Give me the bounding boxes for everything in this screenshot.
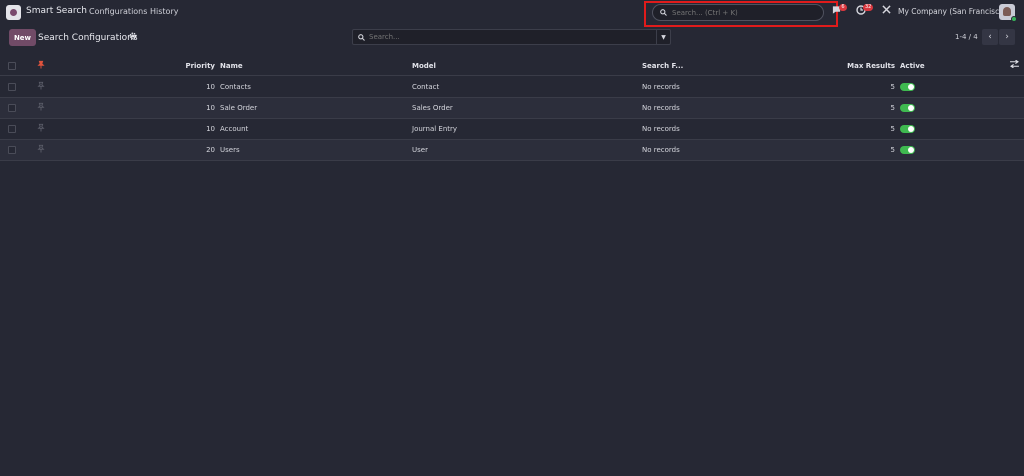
pin-icon[interactable] [37, 123, 45, 135]
pager-previous-button[interactable]: ‹ [982, 29, 998, 45]
new-button[interactable]: New [9, 29, 36, 46]
chevron-right-icon: › [1005, 32, 1009, 42]
table-row[interactable]: 10 Account Journal Entry No records 5 [0, 119, 1024, 140]
active-toggle[interactable] [900, 83, 915, 91]
list-header: Priority Name Model Search F... Max Resu… [0, 56, 1024, 76]
cell-search-fields: No records [642, 125, 680, 133]
global-search-input[interactable] [672, 8, 812, 17]
tools-icon[interactable] [882, 5, 891, 17]
table-row[interactable]: 10 Sale Order Sales Order No records 5 [0, 98, 1024, 119]
cell-name: Sale Order [220, 104, 258, 112]
top-navbar: Smart Search Configurations History 6 32… [0, 0, 1024, 27]
menu-item-history[interactable]: History [150, 7, 178, 16]
row-checkbox[interactable] [8, 146, 16, 154]
row-checkbox[interactable] [8, 104, 16, 112]
cell-max-results: 5 [890, 104, 895, 112]
cell-search-fields: No records [642, 83, 680, 91]
column-header-priority[interactable]: Priority [170, 62, 215, 70]
search-bar[interactable]: ▼ [352, 29, 671, 45]
column-header-search-fields[interactable]: Search F... [642, 62, 683, 70]
cell-priority: 20 [206, 146, 215, 154]
messages-badge: 6 [839, 4, 847, 11]
pager-next-button[interactable]: › [999, 29, 1015, 45]
global-search-box[interactable] [652, 4, 824, 21]
app-brand[interactable]: Smart Search [26, 6, 87, 16]
cell-model: Journal Entry [412, 125, 458, 133]
cell-model: Contact [412, 83, 440, 91]
cell-max-results: 5 [890, 83, 895, 91]
pin-icon[interactable] [37, 102, 45, 114]
page-title: Search Configurations [38, 33, 138, 43]
user-avatar[interactable] [999, 4, 1017, 22]
company-switcher[interactable]: My Company (San Francisco) [898, 7, 1007, 16]
column-header-name[interactable]: Name [220, 62, 243, 70]
pager-value[interactable]: 1-4 / 4 [955, 33, 978, 41]
row-checkbox[interactable] [8, 83, 16, 91]
chevron-left-icon: ‹ [988, 32, 992, 42]
search-icon [358, 33, 365, 41]
cell-priority: 10 [206, 104, 215, 112]
active-toggle[interactable] [900, 125, 915, 133]
optional-columns-icon[interactable] [1010, 59, 1019, 70]
column-header-active[interactable]: Active [900, 62, 925, 70]
cell-priority: 10 [206, 83, 215, 91]
status-dot [1011, 16, 1017, 22]
cell-priority: 10 [206, 125, 215, 133]
pin-icon [37, 60, 45, 72]
pin-icon[interactable] [37, 81, 45, 93]
cell-search-fields: No records [642, 104, 680, 112]
activities-badge: 32 [863, 4, 874, 11]
gear-icon[interactable] [129, 32, 137, 42]
table-row[interactable]: 20 Users User No records 5 [0, 140, 1024, 161]
cell-model: User [412, 146, 428, 154]
cell-model: Sales Order [412, 104, 453, 112]
caret-down-icon[interactable]: ▼ [656, 30, 670, 44]
cell-max-results: 5 [890, 125, 895, 133]
control-panel: New Search Configurations ▼ 1-4 / 4 ‹ › [0, 24, 1024, 54]
cell-name: Users [220, 146, 240, 154]
cell-max-results: 5 [890, 146, 895, 154]
row-checkbox[interactable] [8, 125, 16, 133]
menu-item-configurations[interactable]: Configurations [89, 7, 147, 16]
cell-name: Account [220, 125, 249, 133]
cell-name: Contacts [220, 83, 251, 91]
active-toggle[interactable] [900, 104, 915, 112]
column-header-model[interactable]: Model [412, 62, 436, 70]
active-toggle[interactable] [900, 146, 915, 154]
app-menu-icon[interactable] [6, 5, 21, 20]
search-icon [660, 9, 667, 16]
search-input[interactable] [369, 33, 649, 41]
select-all-checkbox[interactable] [8, 62, 16, 70]
table-row[interactable]: 10 Contacts Contact No records 5 [0, 77, 1024, 98]
pin-icon[interactable] [37, 144, 45, 156]
cell-search-fields: No records [642, 146, 680, 154]
column-header-max-results[interactable]: Max Results [830, 62, 895, 70]
